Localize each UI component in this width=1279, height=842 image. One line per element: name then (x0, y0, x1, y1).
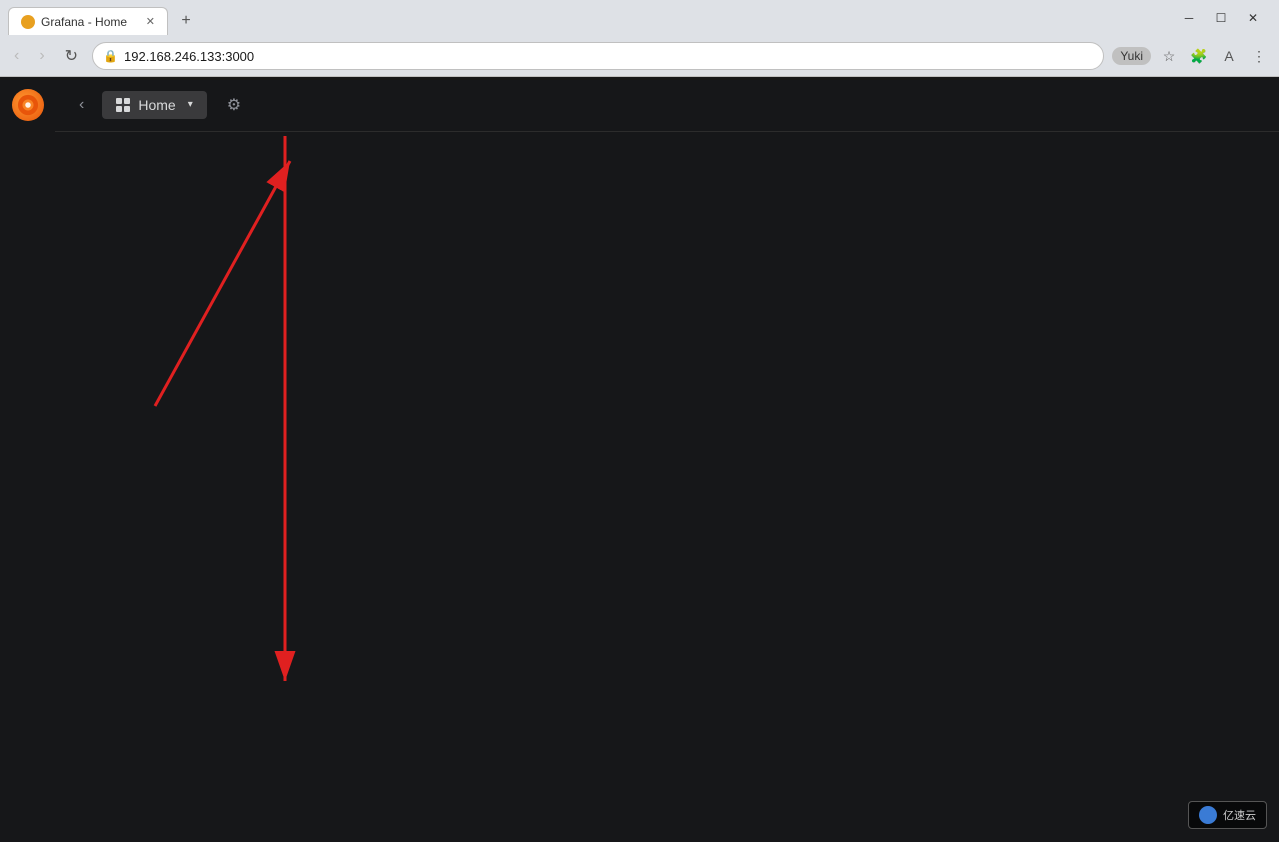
extensions-button[interactable]: 🧩 (1187, 44, 1211, 68)
forward-button[interactable]: › (33, 45, 50, 67)
dropdown-arrow-icon: ▾ (188, 99, 193, 110)
address-security-icon: 🔒 (103, 49, 118, 63)
bookmark-button[interactable]: ☆ (1157, 44, 1181, 68)
tab-favicon-icon (21, 15, 35, 29)
watermark-icon (1199, 806, 1217, 824)
browser-toolbar-icons: Yuki ☆ 🧩 A ⋮ (1112, 44, 1271, 68)
topbar: ‹ Home ▾ ⚙ (55, 77, 1279, 132)
back-button[interactable]: ‹ (8, 45, 25, 67)
user-chip: Yuki (1112, 47, 1151, 65)
maximize-button[interactable]: ☐ (1207, 8, 1235, 28)
watermark: 亿速云 (1188, 801, 1267, 829)
address-bar[interactable]: 🔒 192.168.246.133:3000 (92, 42, 1104, 70)
browser-menu-button[interactable]: ⋮ (1247, 44, 1271, 68)
grafana-logo-icon (12, 89, 44, 121)
grafana-app: ‹ Home ▾ ⚙ (0, 77, 1279, 842)
browser-controls: ‹ › ↻ 🔒 192.168.246.133:3000 Yuki ☆ 🧩 A … (0, 36, 1279, 76)
browser-titlebar: Grafana - Home ✕ + ─ ☐ ✕ (0, 0, 1279, 36)
new-tab-button[interactable]: + (172, 7, 200, 35)
translate-button[interactable]: A (1217, 44, 1241, 68)
refresh-button[interactable]: ↻ (59, 44, 84, 68)
home-dropdown-button[interactable]: Home ▾ (102, 91, 206, 119)
minimize-button[interactable]: ─ (1175, 8, 1203, 28)
browser-chrome: Grafana - Home ✕ + ─ ☐ ✕ ‹ › ↻ 🔒 192.168… (0, 0, 1279, 77)
sidebar-collapse-button[interactable]: ‹ (71, 92, 92, 118)
browser-tab[interactable]: Grafana - Home ✕ (8, 7, 168, 35)
tab-title: Grafana - Home (41, 15, 127, 29)
address-text: 192.168.246.133:3000 (124, 49, 1093, 64)
topbar-settings-button[interactable]: ⚙ (217, 89, 251, 121)
home-grid-icon (116, 98, 130, 112)
window-controls: ─ ☐ ✕ (1175, 8, 1267, 28)
close-button[interactable]: ✕ (1239, 8, 1267, 28)
watermark-text: 亿速云 (1223, 807, 1256, 823)
home-label: Home (138, 97, 175, 113)
tab-close-button[interactable]: ✕ (146, 15, 155, 28)
sidebar-logo[interactable] (0, 77, 55, 132)
